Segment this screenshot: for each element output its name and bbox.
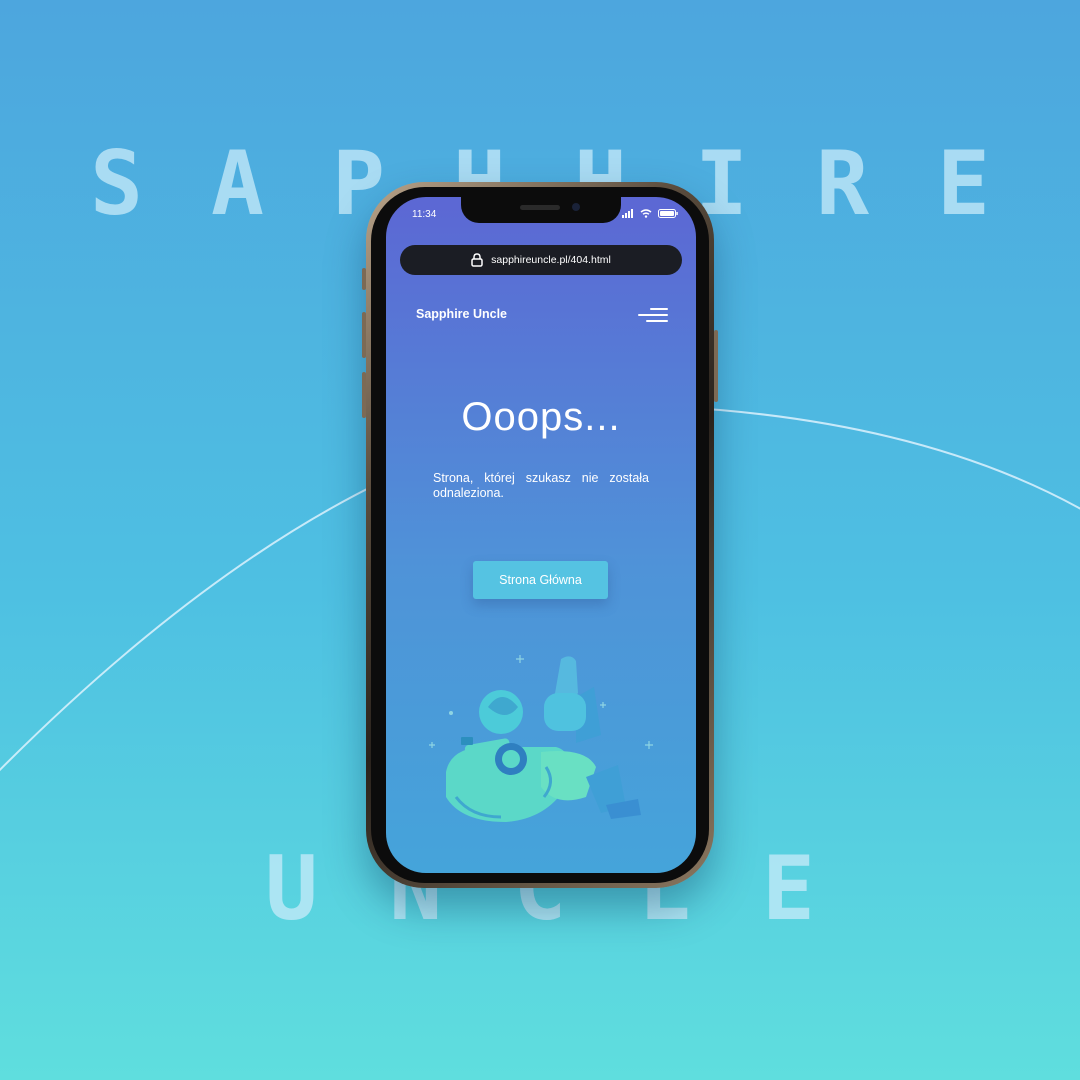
lock-icon (471, 253, 483, 267)
background-letter: E (762, 837, 815, 940)
page-title: Ooops... (461, 395, 621, 439)
speaker-grille (520, 205, 560, 210)
status-icons (622, 209, 678, 218)
background-letter: R (816, 132, 869, 235)
phone-power-button (714, 330, 718, 402)
phone-volume-down (362, 372, 366, 418)
status-time: 11:34 (412, 209, 437, 220)
background-letter: U (265, 837, 318, 940)
menu-icon[interactable] (636, 307, 668, 323)
background-letter: A (211, 132, 264, 235)
address-url: sapphireuncle.pl/404.html (491, 254, 611, 266)
phone-volume-up (362, 312, 366, 358)
battery-icon (658, 209, 678, 218)
wifi-icon (640, 209, 652, 218)
front-camera (572, 203, 580, 211)
phone-screen: 11:34 sapphireuncle.pl/404.html Sapphire… (386, 197, 696, 873)
site-brand-link[interactable]: Sapphire Uncle (416, 307, 507, 321)
phone-notch (461, 197, 621, 223)
home-button[interactable]: Strona Główna (473, 561, 608, 599)
background-letter: E (937, 132, 990, 235)
background-letter: S (90, 132, 143, 235)
phone-mute-switch (362, 268, 366, 290)
astronaut-illustration (429, 655, 653, 822)
error-message: Strona, której szukasz nie została odnal… (433, 471, 649, 500)
signal-icon (622, 209, 633, 218)
address-bar[interactable]: sapphireuncle.pl/404.html (400, 245, 682, 275)
